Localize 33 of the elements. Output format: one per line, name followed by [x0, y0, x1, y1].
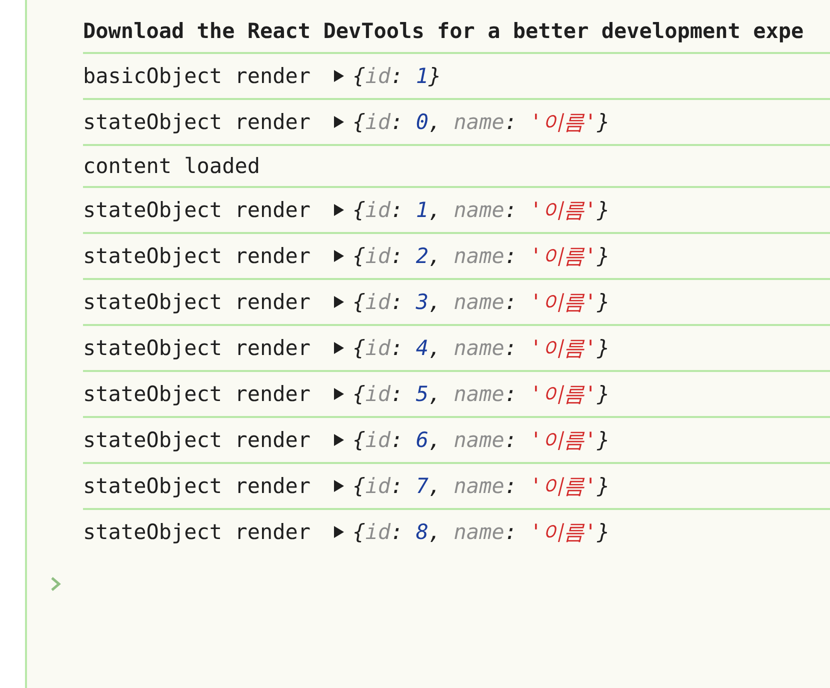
expand-triangle-icon[interactable] [332, 433, 345, 447]
expand-triangle-icon[interactable] [332, 525, 345, 539]
object-preview[interactable]: {id: 1, name: '이름'} [352, 197, 610, 223]
expand-triangle-icon[interactable] [332, 295, 345, 309]
expand-triangle-icon[interactable] [332, 341, 345, 355]
prompt-chevron-icon [50, 576, 61, 592]
console-message: stateObject render [83, 519, 311, 545]
console-message: stateObject render [83, 335, 311, 361]
expand-triangle-icon[interactable] [332, 387, 345, 401]
object-preview[interactable]: {id: 8, name: '이름'} [352, 519, 610, 545]
console-message: basicObject render [83, 63, 311, 89]
object-preview[interactable]: {id: 3, name: '이름'} [352, 289, 610, 315]
console-message: Download the React DevTools for a better development expe [83, 19, 804, 43]
expand-triangle-icon[interactable] [332, 203, 345, 217]
expand-triangle-icon[interactable] [332, 479, 345, 493]
expand-triangle-icon[interactable] [332, 69, 345, 83]
console-message: stateObject render [83, 289, 311, 315]
console-message: stateObject render [83, 109, 311, 135]
console-message: stateObject render [83, 473, 311, 499]
object-preview[interactable]: {id: 1} [352, 63, 442, 89]
object-preview[interactable]: {id: 5, name: '이름'} [352, 381, 610, 407]
console-message: stateObject render [83, 243, 311, 269]
expand-triangle-icon[interactable] [332, 115, 345, 129]
object-preview[interactable]: {id: 2, name: '이름'} [352, 243, 610, 269]
object-preview[interactable]: {id: 0, name: '이름'} [352, 109, 610, 135]
console-message: stateObject render [83, 427, 311, 453]
object-preview[interactable]: {id: 4, name: '이름'} [352, 335, 610, 361]
console-message: stateObject render [83, 381, 311, 407]
expand-triangle-icon[interactable] [332, 249, 345, 263]
object-preview[interactable]: {id: 7, name: '이름'} [352, 473, 610, 499]
console-message: stateObject render [83, 197, 311, 223]
console-message: content loaded [83, 154, 260, 178]
object-preview[interactable]: {id: 6, name: '이름'} [352, 427, 610, 453]
